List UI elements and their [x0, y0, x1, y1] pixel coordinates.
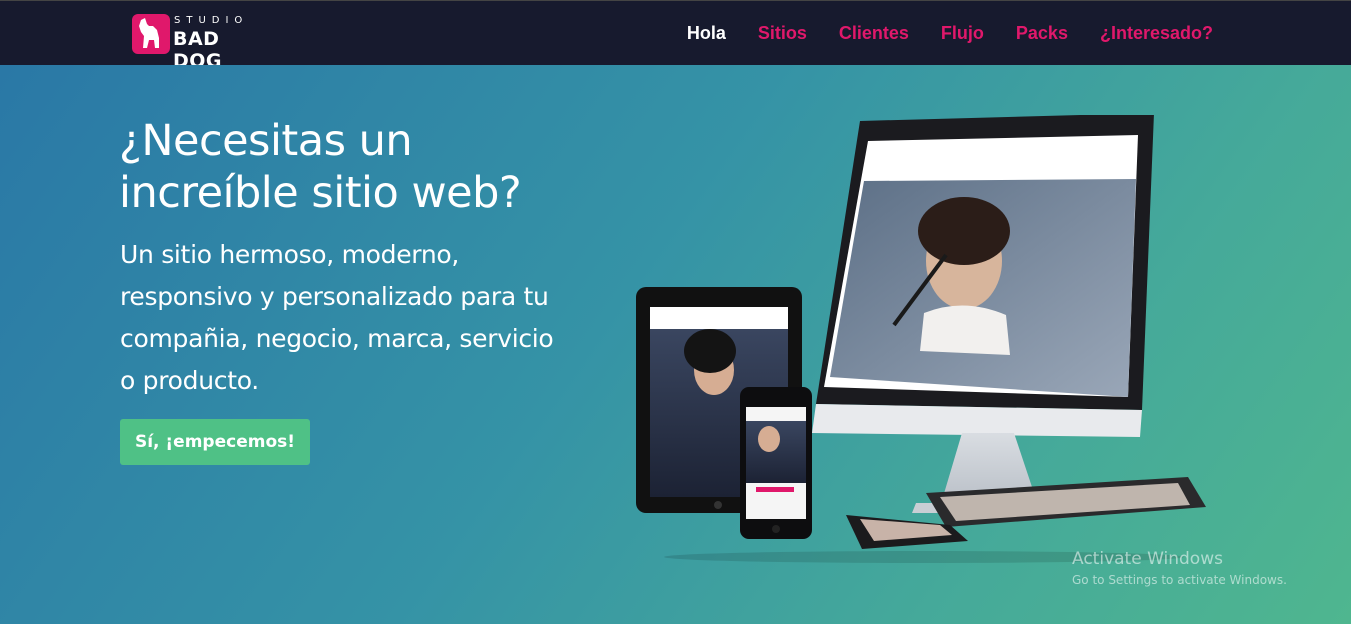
hero-heading: ¿Necesitas un increíble sitio web?	[119, 116, 522, 218]
monitor-mockup	[812, 113, 1154, 513]
top-navbar: STUDIO BAD DOG Hola Sitios Clientes Fluj…	[0, 0, 1351, 72]
hero-subheading: Un sitio hermoso, moderno, responsivo y …	[120, 240, 554, 395]
devices-mockup-image	[594, 113, 1234, 565]
logo[interactable]: STUDIO BAD DOG	[132, 12, 272, 72]
windows-activation-watermark: Activate Windows Go to Settings to activ…	[1072, 549, 1287, 587]
nav-item-packs[interactable]: Packs	[1016, 23, 1068, 44]
nav-item-sitios[interactable]: Sitios	[758, 23, 807, 44]
start-button[interactable]: Sí, ¡empecemos!	[120, 419, 310, 465]
dog-icon	[132, 14, 170, 54]
nav-item-interesado[interactable]: ¿Interesado?	[1100, 23, 1213, 44]
nav-item-clientes[interactable]: Clientes	[839, 23, 909, 44]
main-nav: Hola Sitios Clientes Flujo Packs ¿Intere…	[655, 1, 1213, 66]
logo-studio-text: STUDIO	[174, 15, 249, 26]
watermark-subtitle: Go to Settings to activate Windows.	[1072, 573, 1287, 587]
nav-item-hola[interactable]: Hola	[687, 23, 726, 44]
phone-mockup	[740, 387, 812, 539]
watermark-title: Activate Windows	[1072, 549, 1223, 569]
nav-item-flujo[interactable]: Flujo	[941, 23, 984, 44]
hero-section: ¿Necesitas un increíble sitio web? Un si…	[0, 65, 1351, 624]
